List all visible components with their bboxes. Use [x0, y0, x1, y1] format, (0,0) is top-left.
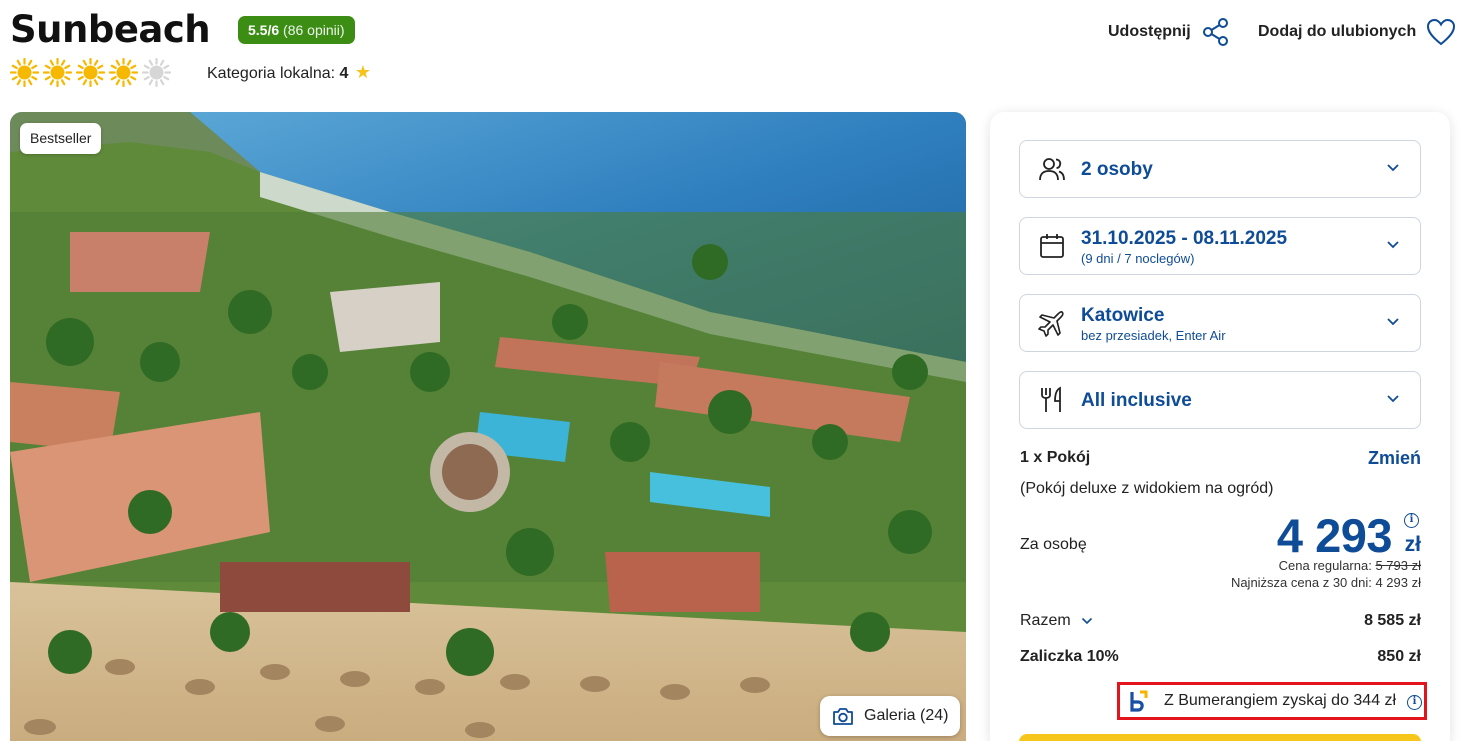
local-category: Kategoria lokalna: 4 ★	[207, 62, 371, 83]
boomerang-cashback[interactable]: Z Bumerangiem zyskaj do 344 zł i	[1117, 682, 1427, 720]
sun-filled-icon	[109, 58, 138, 87]
fork-knife-icon	[1041, 386, 1061, 412]
local-category-value: 4	[339, 65, 349, 82]
price-per-person: 4 293	[1276, 509, 1393, 562]
departure-value: Katowice	[1081, 305, 1165, 326]
reserve-button[interactable]	[1019, 734, 1421, 741]
dates-value: 31.10.2025 - 08.11.2025	[1081, 228, 1288, 249]
total-label: Razem	[1020, 612, 1071, 629]
travelers-value: 2 osoby	[1081, 159, 1153, 180]
resort-aerial-image	[10, 112, 966, 741]
boomerang-logo-icon	[1130, 690, 1148, 712]
star-icon: ★	[354, 62, 372, 82]
deposit-value: 850 zł	[1377, 648, 1421, 665]
rating-badge[interactable]: 5.5/6 (86 opinii)	[238, 16, 355, 44]
camera-icon	[833, 708, 853, 725]
chevron-down-icon	[1387, 164, 1399, 172]
deposit-label: Zaliczka 10%	[1020, 648, 1119, 665]
price-info-icon[interactable]: i	[1404, 513, 1419, 528]
room-count: 1 x Pokój	[1020, 449, 1091, 466]
share-label: Udostępnij	[1108, 23, 1191, 40]
sun-rating	[10, 58, 171, 87]
people-icon	[1039, 158, 1065, 181]
rating-score: 5.5/6	[248, 22, 280, 38]
board-select[interactable]: All inclusive	[1019, 371, 1421, 429]
travelers-select[interactable]: 2 osoby	[1019, 140, 1421, 198]
boomerang-info-icon[interactable]: i	[1407, 695, 1422, 710]
dates-subtext: (9 dni / 7 noclegów)	[1081, 251, 1195, 266]
share-icon	[1202, 18, 1228, 46]
rating-count: (86 opinii)	[283, 22, 345, 38]
share-button[interactable]: Udostępnij	[1108, 18, 1229, 46]
local-category-label: Kategoria lokalna:	[207, 65, 336, 82]
chevron-down-icon	[1387, 395, 1399, 403]
regular-price-label: Cena regularna:	[1278, 558, 1372, 573]
chevron-down-icon	[1387, 241, 1399, 249]
chevron-down-icon	[1082, 617, 1093, 625]
chevron-down-icon	[1387, 318, 1399, 326]
sun-filled-icon	[76, 58, 105, 87]
total-toggle[interactable]: Razem	[1020, 612, 1093, 630]
gallery-button[interactable]: Galeria (24)	[820, 696, 961, 736]
calendar-icon	[1040, 234, 1064, 258]
hotel-title: Sunbeach	[10, 8, 211, 51]
gallery-label: Galeria (24)	[864, 707, 949, 724]
departure-subtext: bez przesiadek, Enter Air	[1081, 328, 1226, 343]
regular-price-value: 5 793 zł	[1375, 558, 1421, 573]
regular-price: Cena regularna: 5 793 zł	[1279, 558, 1421, 573]
board-value: All inclusive	[1081, 390, 1192, 411]
change-room-link[interactable]: Zmień	[1368, 448, 1421, 469]
heart-icon	[1427, 18, 1456, 46]
sun-empty-icon	[142, 58, 171, 87]
dates-select[interactable]: 31.10.2025 - 08.11.2025 (9 dni / 7 nocle…	[1019, 217, 1421, 275]
hotel-photo[interactable]	[10, 112, 966, 741]
sun-filled-icon	[10, 58, 39, 87]
departure-select[interactable]: Katowice bez przesiadek, Enter Air	[1019, 294, 1421, 352]
favorite-button[interactable]: Dodaj do ulubionych	[1258, 18, 1456, 46]
per-person-label: Za osobę	[1020, 536, 1087, 553]
boomerang-text: Z Bumerangiem zyskaj do 344 zł	[1164, 692, 1397, 709]
sun-filled-icon	[43, 58, 72, 87]
lowest-price-30-days: Najniższa cena z 30 dni: 4 293 zł	[1230, 575, 1421, 590]
favorite-label: Dodaj do ulubionych	[1258, 23, 1417, 40]
room-description: (Pokój deluxe z widokiem na ogród)	[1020, 480, 1274, 497]
price-currency: zł	[1404, 533, 1421, 556]
airplane-icon	[1038, 311, 1064, 337]
bestseller-badge: Bestseller	[20, 123, 102, 154]
total-value: 8 585 zł	[1364, 612, 1421, 629]
